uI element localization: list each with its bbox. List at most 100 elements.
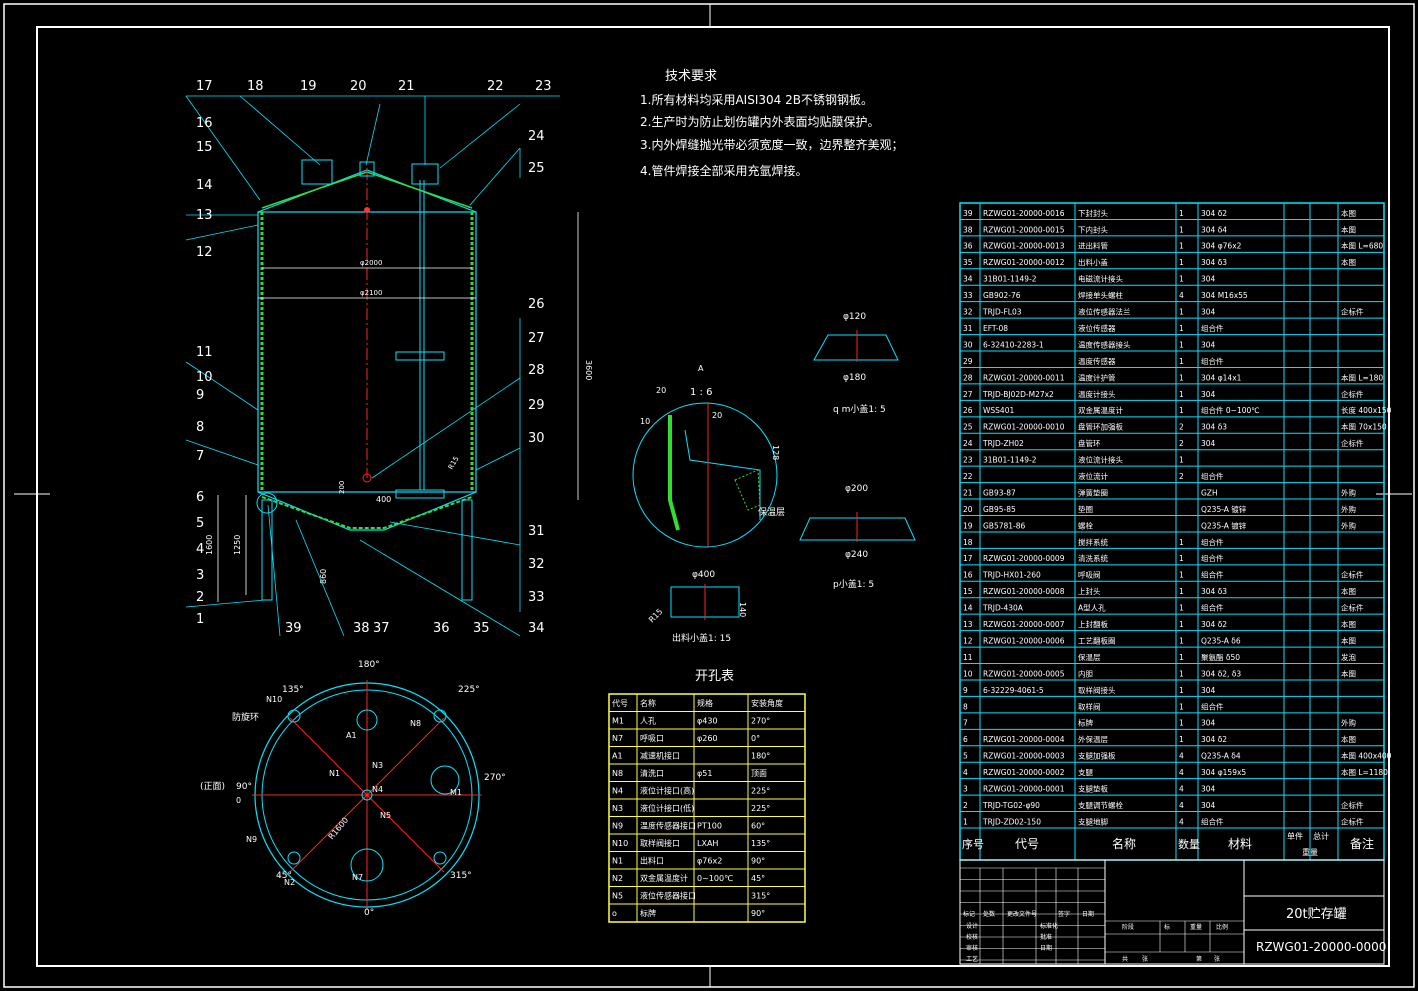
hole-cell: 45° <box>751 874 765 883</box>
callout-2: 2 <box>196 590 204 605</box>
bom-cell: RZWG01-20000-0009 <box>983 554 1065 563</box>
bom-cell: 30 <box>963 340 973 349</box>
hole-cell: 双金属温度计 <box>640 873 688 883</box>
callout-19: 19 <box>300 79 317 94</box>
hole-cell: PT100 <box>697 822 722 831</box>
title-block: 20t贮存罐 RZWG01-20000-0000 标记 处数 更改文件号 签字 … <box>959 859 1386 965</box>
hole-cell: N10 <box>612 839 628 848</box>
callout-12: 12 <box>196 245 213 260</box>
bom-cell: 上封头 <box>1078 586 1101 596</box>
bom-cell: 外购 <box>1341 718 1356 728</box>
bom-cell: 26 <box>963 406 973 415</box>
bom-cell: 8 <box>963 702 968 711</box>
bom-cell: 呼吸阀 <box>1078 570 1101 580</box>
bom-cell: TRJD-ZH02 <box>982 439 1024 448</box>
bom-cell: 温度计护管 <box>1078 372 1116 382</box>
q-cover-shape <box>813 334 899 361</box>
bom-cell: GB95-85 <box>983 505 1016 514</box>
note-1: 1.所有材料均采用AISI304 2B不锈钢钢板。 <box>640 93 873 107</box>
note-3: 3.内外焊缝抛光带必须宽度一致，边界整齐美观； <box>640 137 903 152</box>
bom-cell: TRJD-TG02-φ90 <box>982 801 1040 810</box>
bom-cell: 1 <box>1179 571 1184 580</box>
bom-cell: 304 <box>1201 686 1216 695</box>
hole-cell: 0° <box>751 734 760 743</box>
detail-a: A 1 : 6 20 20 10 128 保温层 <box>632 364 785 548</box>
bom-cell: 本图 L=1180 <box>1341 767 1388 777</box>
bom-cell: 33 <box>963 291 973 300</box>
bom-cell: 304 φ159x5 <box>1201 768 1246 777</box>
plan-m1: M1 <box>450 788 462 797</box>
tb-role-3: 工艺 <box>966 955 978 963</box>
callout-32: 32 <box>528 557 545 572</box>
hole-cell: 135° <box>751 839 770 848</box>
callout-8: 8 <box>196 420 204 435</box>
tb-mark-3: 签字 <box>1058 910 1070 918</box>
bom-cell: 4 <box>1179 784 1184 793</box>
bom-cell: 4 <box>1179 817 1184 826</box>
bom-cell: 6-32229-4061-5 <box>983 686 1044 695</box>
leader-39 <box>267 504 281 637</box>
bom-cell: 16 <box>963 571 973 580</box>
bom-cell: TRJD-FL03 <box>982 308 1022 317</box>
bom-cell: 4 <box>1179 291 1184 300</box>
plan-a1: A1 <box>346 731 357 740</box>
bom-cell: 外保温层 <box>1078 734 1108 744</box>
bom-cell: 液位流计接头 <box>1078 455 1123 465</box>
hole-cell: N8 <box>612 769 623 778</box>
hole-cell: 90° <box>751 909 765 918</box>
technical-notes: 技术要求 1.所有材料均采用AISI304 2B不锈钢钢板。 2.生产时为防止划… <box>640 69 903 178</box>
bom-cell: 1 <box>1179 357 1184 366</box>
bom-cell: RZWG01-20000-0003 <box>983 752 1065 761</box>
bom-cell: 304 φ14x1 <box>1201 373 1242 382</box>
leader-23 <box>439 103 521 169</box>
tb-stage-2: 重量 <box>1190 923 1202 931</box>
bom-cell: 1 <box>1179 308 1184 317</box>
bom-cell: Q235-A δ4 <box>1201 752 1241 761</box>
plan-n10: N10 <box>266 695 282 704</box>
outlet-d400: φ400 <box>692 570 715 580</box>
bom-h-qty: 数量 <box>1178 838 1200 851</box>
bom-cell: 螺栓 <box>1078 520 1094 530</box>
callout-9: 9 <box>196 388 204 403</box>
drawing-canvas: 技术要求 1.所有材料均采用AISI304 2B不锈钢钢板。 2.生产时为防止划… <box>3 3 1415 988</box>
bom-h-code: 代号 <box>1015 837 1039 851</box>
bom-cell: 1 <box>1179 275 1184 284</box>
bom-cell: 5 <box>963 752 968 761</box>
tb-grid <box>960 867 1244 964</box>
hole-table-title: 开孔表 <box>695 669 734 684</box>
bom-cell: 1 <box>1179 373 1184 382</box>
bom-cell: 31B01-1149-2 <box>983 456 1037 465</box>
bom-cell: 15 <box>963 587 973 596</box>
callout-21: 21 <box>398 79 415 94</box>
bom-cell: 本图 <box>1341 224 1356 234</box>
callout-35: 35 <box>473 621 490 636</box>
bom-cell: 搅拌系统 <box>1078 537 1108 547</box>
bom-cell: 18 <box>963 538 973 547</box>
callout-18: 18 <box>247 79 264 94</box>
angle-225: 225° <box>458 685 480 695</box>
leader-28 <box>371 377 521 479</box>
callout-1: 1 <box>196 612 204 627</box>
hole-cell: 270° <box>751 717 770 726</box>
bom-cell: 1 <box>1179 324 1184 333</box>
bom-cell: 11 <box>963 653 973 662</box>
bom-cell: 保温层 <box>1078 653 1101 662</box>
hole-cell: 人孔 <box>640 717 656 726</box>
hole-cell: 取样阀接口 <box>640 838 680 848</box>
bom-cell: 组合件 <box>1201 471 1224 481</box>
bom-cell: 2 <box>1179 472 1184 481</box>
bom-cell: 支腿垫板 <box>1078 783 1108 793</box>
dim-3600: 3600 <box>584 360 593 380</box>
plan-n9: N9 <box>246 835 257 844</box>
hole-cell: 225° <box>751 787 770 796</box>
bom-cell: 温度计接头 <box>1078 389 1116 399</box>
bom-cell: 本图 <box>1341 619 1356 629</box>
bom-cell: 组合件 0~100℃ <box>1201 405 1260 415</box>
callout-4: 4 <box>196 542 204 557</box>
tb-role-0: 设计 <box>966 922 978 930</box>
callout-26: 26 <box>528 297 545 312</box>
bom-cell: 组合件 <box>1201 701 1224 711</box>
bom-cell: 上封翻板 <box>1078 619 1108 629</box>
hole-cell: N7 <box>612 734 623 743</box>
leader-12 <box>185 224 259 241</box>
